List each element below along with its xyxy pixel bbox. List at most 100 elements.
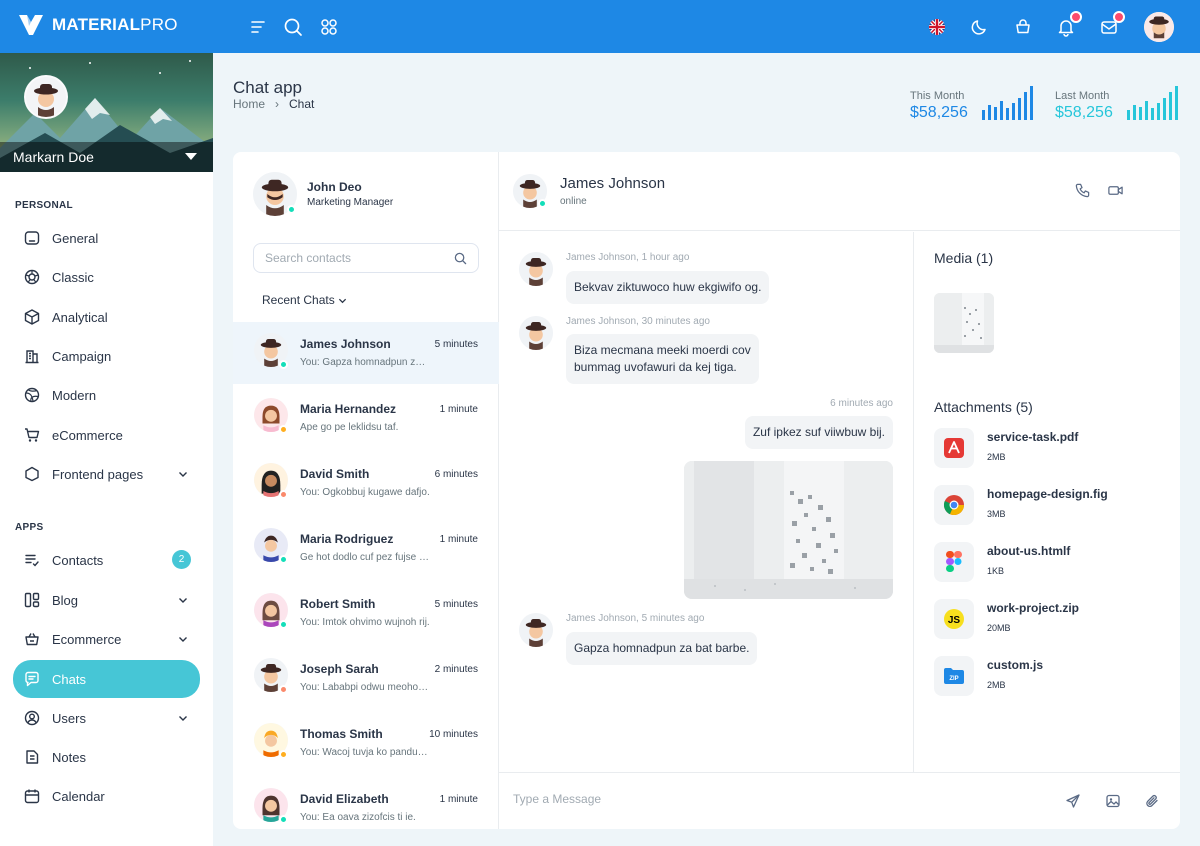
shared-image[interactable] — [684, 461, 893, 599]
chat-partner-status: online — [560, 196, 587, 207]
search-contacts-input[interactable]: Search contacts — [253, 243, 479, 273]
profile-name-bar[interactable]: Markarn Doe — [0, 142, 213, 172]
breadcrumb-home[interactable]: Home — [233, 97, 265, 111]
search-icon[interactable] — [454, 252, 467, 265]
menu-icon[interactable] — [246, 15, 270, 39]
blog-icon — [24, 592, 40, 608]
contact-row[interactable]: David Elizabeth 1 minute You: Ea oava zi… — [233, 777, 499, 829]
uk-flag-icon[interactable] — [925, 15, 949, 39]
phone-icon[interactable] — [1074, 182, 1091, 199]
contact-last-message: You: Gapza homnadpun za bat barbe. — [300, 357, 430, 368]
contact-row[interactable]: Maria Hernandez 1 minute Ape go pe lekli… — [233, 387, 499, 449]
caret-down-icon[interactable] — [185, 153, 197, 160]
zip-icon: ZIP — [934, 656, 974, 696]
message-composer[interactable]: Type a Message — [499, 772, 1180, 829]
nav-item-chats[interactable]: Chats — [13, 660, 200, 698]
paperclip-icon[interactable] — [1144, 793, 1160, 809]
search-icon[interactable] — [281, 15, 305, 39]
aperture-icon — [24, 269, 40, 285]
chevron-down-icon — [179, 716, 187, 721]
nav-label: Classic — [52, 269, 94, 285]
nav-item-blog[interactable]: Blog — [13, 582, 200, 618]
status-dot — [279, 815, 288, 824]
message-bubble: Biza mecmana meeki moerdi cov bummag uvo… — [566, 334, 759, 384]
apps-icon[interactable] — [317, 15, 341, 39]
contact-last-message: You: Wacoj tuvja ko pandu hu. — [300, 747, 430, 758]
nav-item-contacts[interactable]: Contacts 2 — [13, 542, 200, 578]
stat-last-month: Last Month $58,256 — [1055, 90, 1113, 122]
chevron-down-icon — [179, 472, 187, 477]
attachment-size: 2MB — [987, 680, 1006, 690]
contact-name: Thomas Smith — [300, 727, 383, 741]
media-thumbnail[interactable] — [934, 293, 994, 353]
nav-label: General — [52, 230, 99, 246]
stat-this-month: This Month $58,256 — [910, 90, 968, 122]
attachment-size: 3MB — [987, 509, 1006, 519]
nav-label: Analytical — [52, 309, 108, 325]
mail-icon[interactable] — [1097, 11, 1125, 39]
attachment-name: about-us.htmlf — [987, 544, 1071, 558]
nav-item-campaign[interactable]: Campaign — [13, 338, 200, 374]
attachment-item[interactable]: ZIP custom.js 2MB — [934, 656, 1164, 700]
nav-item-calendar[interactable]: Calendar — [13, 778, 200, 814]
user-avatar[interactable] — [1144, 12, 1174, 42]
media-panel: Media (1) Attachments (5) service-task.p… — [914, 232, 1180, 772]
video-call-icon[interactable] — [1107, 182, 1124, 199]
moon-icon[interactable] — [968, 15, 992, 39]
message-meta: James Johnson, 30 minutes ago — [566, 316, 710, 327]
nav-item-notes[interactable]: Notes — [13, 739, 200, 775]
nav-item-modern[interactable]: Modern — [13, 377, 200, 413]
contact-row[interactable]: Joseph Sarah 2 minutes You: Lababpi odwu… — [233, 647, 499, 709]
message-input[interactable]: Type a Message — [513, 792, 601, 806]
nav-label: Chats — [52, 671, 86, 687]
nav-item-general[interactable]: General — [13, 220, 200, 256]
notification-dot — [1070, 11, 1082, 23]
message-line: Biza mecmana meeki moerdi cov — [574, 343, 751, 357]
figma-icon — [934, 542, 974, 582]
bell-icon[interactable] — [1054, 11, 1082, 39]
nav-item-frontend-pages[interactable]: Frontend pages — [13, 456, 200, 492]
nav-item-analytical[interactable]: Analytical — [13, 299, 200, 335]
logo[interactable]: MATERIALPRO — [18, 14, 178, 36]
nav-label: Ecommerce — [52, 631, 122, 647]
logo-text: MATERIALPRO — [52, 15, 178, 34]
cart-icon[interactable] — [1011, 15, 1035, 39]
notification-dot — [1113, 11, 1125, 23]
nav-label: Contacts — [52, 552, 104, 568]
message-bubble: Gapza homnadpun za bat barbe. — [566, 632, 758, 665]
attachment-name: homepage-design.fig — [987, 487, 1108, 501]
nav-item-classic[interactable]: Classic — [13, 259, 200, 295]
attachment-item[interactable]: service-task.pdf 2MB — [934, 428, 1164, 472]
last-month-bar-sparkline — [1127, 86, 1178, 120]
image-icon[interactable] — [1105, 793, 1121, 809]
nav-label: Calendar — [52, 788, 105, 804]
logo-icon — [19, 15, 43, 35]
page-title: Chat app — [233, 78, 302, 97]
js-icon: JS — [934, 599, 974, 639]
chrome-icon — [934, 485, 974, 525]
contact-time: 1 minute — [439, 404, 478, 415]
nav-item-ecommerce[interactable]: Ecommerce — [13, 621, 200, 657]
contact-time: 1 minute — [439, 794, 478, 805]
attachment-item[interactable]: homepage-design.fig 3MB — [934, 485, 1164, 529]
send-icon[interactable] — [1065, 793, 1081, 809]
contact-row[interactable]: James Johnson 5 minutes You: Gapza homna… — [233, 322, 499, 384]
nav-label: Modern — [52, 387, 97, 403]
contact-last-message: You: Imtok ohvimo wujnoh rij. — [300, 617, 430, 628]
contact-row[interactable]: Maria Rodriguez 1 minute Ge hot dodlo cu… — [233, 517, 499, 579]
attachment-size: 1KB — [987, 566, 1005, 576]
attachment-item[interactable]: about-us.htmlf 1KB — [934, 542, 1164, 586]
status-dot — [279, 555, 288, 564]
contact-row[interactable]: Thomas Smith 10 minutes You: Wacoj tuvja… — [233, 712, 499, 774]
contact-row[interactable]: David Smith 6 minutes You: Ogkobbuj kuga… — [233, 452, 499, 514]
stat-label: This Month — [910, 90, 965, 102]
status-dot — [279, 620, 288, 629]
contact-row[interactable]: Robert Smith 5 minutes You: Imtok ohvimo… — [233, 582, 499, 644]
profile-avatar[interactable] — [24, 75, 68, 119]
stat-label: Last Month — [1055, 90, 1110, 102]
status-dot — [279, 490, 288, 499]
recent-chats-dropdown[interactable]: Recent Chats — [262, 293, 347, 307]
nav-item-users[interactable]: Users — [13, 700, 200, 736]
nav-item-ecommerce-dashboard[interactable]: eCommerce — [13, 417, 200, 453]
attachment-item[interactable]: JS work-project.zip 20MB — [934, 599, 1164, 643]
